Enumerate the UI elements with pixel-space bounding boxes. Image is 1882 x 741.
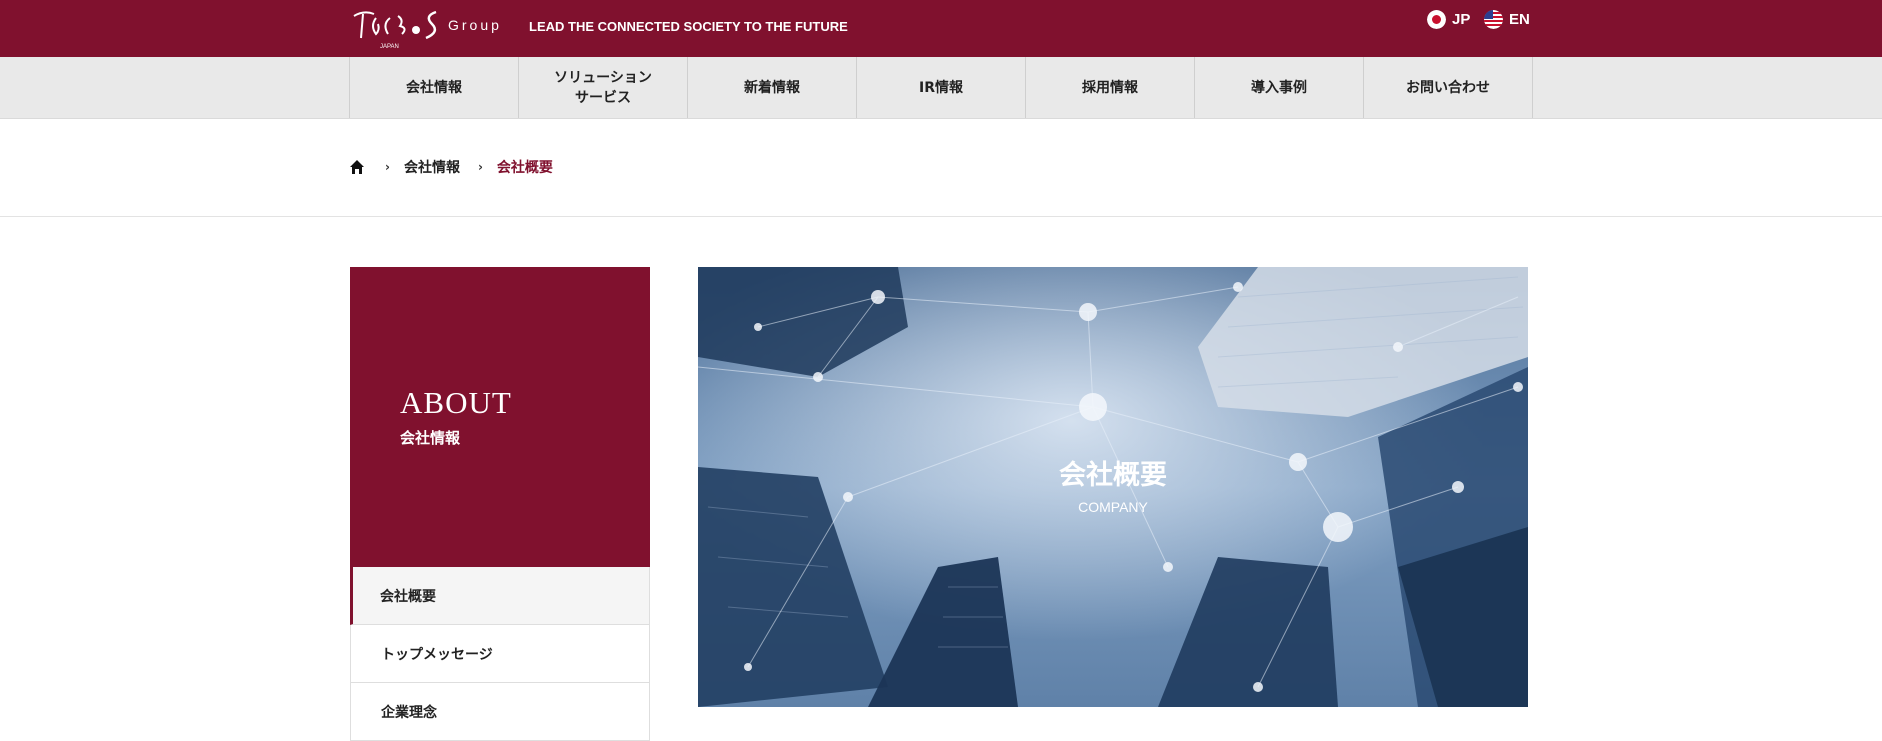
nav-item-news[interactable]: 新着情報 (688, 57, 857, 118)
sidebar-header: ABOUT 会社情報 (350, 267, 650, 567)
svg-text:JAPAN: JAPAN (380, 44, 399, 50)
hero-banner: 会社概要 COMPANY (698, 267, 1528, 707)
language-en-link[interactable]: EN (1484, 10, 1530, 29)
hero-title: 会社概要 (1059, 460, 1167, 491)
home-icon[interactable] (349, 159, 365, 175)
language-jp-link[interactable]: JP (1427, 10, 1470, 29)
breadcrumb-current: 会社概要 (496, 160, 553, 176)
breadcrumb-company-link[interactable]: 会社情報 (404, 157, 460, 177)
tecnos-logo[interactable]: JAPAN (350, 6, 442, 50)
chevron-right-icon: › (385, 160, 390, 174)
sidebar-subtitle: 会社情報 (400, 429, 461, 447)
nav-item-company[interactable]: 会社情報 (350, 57, 519, 118)
sidebar-item-company-overview[interactable]: 会社概要 (350, 567, 650, 625)
divider (0, 216, 1882, 217)
sidebar-item-philosophy[interactable]: 企業理念 (350, 683, 650, 741)
language-en-label: EN (1509, 11, 1530, 28)
nav-item-recruit[interactable]: 採用情報 (1026, 57, 1195, 118)
main-nav: 会社情報 ソリューション サービス 新着情報 IR情報 採用情報 導入事例 お問… (0, 57, 1882, 119)
nav-item-solutions[interactable]: ソリューション サービス (519, 57, 688, 118)
nav-item-contact[interactable]: お問い合わせ (1364, 57, 1533, 118)
tagline: LEAD THE CONNECTED SOCIETY TO THE FUTURE (529, 19, 848, 34)
logo-mark-icon: JAPAN (353, 10, 437, 50)
sidebar-title: ABOUT (400, 385, 512, 420)
chevron-right-icon: › (477, 160, 483, 174)
breadcrumb: › 会社情報 › 会社概要 (349, 157, 553, 177)
japan-flag-icon (1427, 10, 1446, 29)
nav-item-cases[interactable]: 導入事例 (1195, 57, 1364, 118)
hero-subtitle: COMPANY (1078, 499, 1148, 515)
us-flag-icon (1484, 10, 1503, 29)
nav-item-ir[interactable]: IR情報 (857, 57, 1026, 118)
language-jp-label: JP (1452, 11, 1471, 28)
logo-group-text: Group (448, 17, 502, 33)
sidebar-menu: 会社概要 トップメッセージ 企業理念 (350, 567, 650, 741)
sidebar-item-top-message[interactable]: トップメッセージ (350, 625, 650, 683)
top-header: JAPAN Group LEAD THE CONNECTED SOCIETY T… (0, 0, 1882, 57)
